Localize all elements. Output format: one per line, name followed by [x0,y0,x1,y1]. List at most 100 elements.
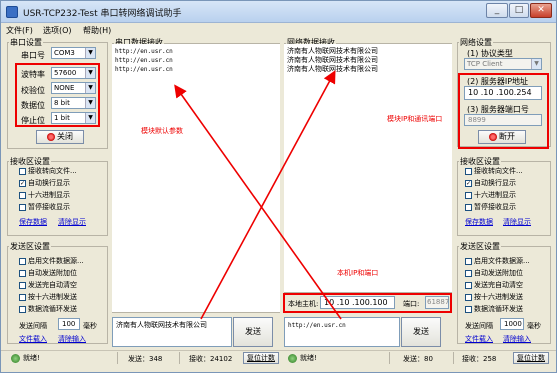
net-send-button[interactable]: 发送 [401,317,441,347]
maximize-button[interactable]: □ [509,3,529,18]
parity-select[interactable]: NONE ▼ [51,82,96,94]
status-separator [179,352,180,364]
left-send-count: 发送：348 [128,355,163,363]
status-separator [117,352,118,364]
chevron-down-icon: ▼ [531,59,541,69]
serial-file-source-checkbox[interactable]: 启用文件数据源... [19,256,84,266]
ready-icon [11,353,20,363]
main-window: USR-TCP232-Test 串口转网络调试助手 _ □ ✕ 文件(F) 选项… [0,0,557,373]
close-window-button[interactable]: ✕ [530,3,552,18]
serial-open-close-button[interactable]: 关闭 [36,130,84,144]
net-recv-line: 济南有人物联网技术有限公司 [287,47,378,55]
left-ready-status: 就绪! [11,353,40,363]
serial-send-textarea[interactable]: 济南有人物联网技术有限公司 [112,317,232,347]
app-icon [6,6,18,18]
net-load-file-link[interactable]: 文件载入 [465,334,493,344]
net-send-settings-title: 发送区设置 [459,241,501,252]
net-recv-to-file-checkbox[interactable]: 接收转向文件... [465,166,523,176]
net-pause-display-checkbox[interactable]: 暂停接收显示 [465,202,516,212]
local-host-input[interactable]: 10 .10 .100.100 [320,296,395,309]
local-port-input[interactable]: 61887 [425,296,449,309]
serial-clear-display-link[interactable]: 清除显示 [58,217,86,227]
chevron-down-icon: ▼ [85,113,95,123]
annotation-module-ip-port: 模块IP和通讯端口 [387,115,443,123]
stopbits-select[interactable]: 1 bit ▼ [51,112,96,124]
server-ip-input[interactable]: 10 .10 .100.254 [464,86,542,100]
menu-bar: 文件(F) 选项(O) 帮助(H) [1,24,556,36]
serial-hex-send-checkbox[interactable]: 按十六进制发送 [19,292,77,302]
serial-interval-input[interactable]: 100 [58,318,80,330]
net-send-textarea[interactable]: http://en.usr.cn [284,317,400,347]
databits-select[interactable]: 8 bit ▼ [51,97,96,109]
status-dot-icon [489,132,497,141]
serial-recv-to-file-checkbox[interactable]: 接收转向文件... [19,166,77,176]
menu-options[interactable]: 选项(O) [43,25,72,36]
serial-pause-display-checkbox[interactable]: 暂停接收显示 [19,202,70,212]
right-reset-count-button[interactable]: 复位计数 [513,352,549,364]
serial-loop-send-checkbox[interactable]: 数据流循环发送 [19,304,77,314]
serial-recv-textarea[interactable]: http://en.usr.cn http://en.usr.cn http:/… [112,44,280,312]
status-dot-icon [47,132,55,141]
annotation-local-ip-port: 本机IP和端口 [337,269,379,277]
serial-auto-clear-checkbox[interactable]: 发送完自动清空 [19,280,77,290]
net-recv-line: 济南有人物联网技术有限公司 [287,56,378,64]
chevron-down-icon: ▼ [85,98,95,108]
serial-recv-line: http://en.usr.cn [115,66,173,73]
serial-send-settings-title: 发送区设置 [9,241,51,252]
net-recv-textarea[interactable]: 济南有人物联网技术有限公司 济南有人物联网技术有限公司 济南有人物联网技术有限公… [284,44,452,292]
serial-clear-input-link[interactable]: 清除输入 [58,334,86,344]
annotation-module-defaults: 模块默认参数 [141,127,183,135]
baud-select[interactable]: 57600 ▼ [51,67,96,79]
right-ready-status: 就绪! [288,353,317,363]
net-clear-display-link[interactable]: 清除显示 [503,217,531,227]
local-host-label: 本地主机: [288,300,319,308]
left-recv-count: 接收：24102 [189,355,233,363]
right-recv-count: 接收：258 [462,355,497,363]
parity-label: 校验位 [21,86,45,95]
net-hex-display-checkbox[interactable]: 十六进制显示 [465,190,516,200]
databits-label: 数据位 [21,101,45,110]
serial-send-button[interactable]: 发送 [233,317,273,347]
net-loop-send-checkbox[interactable]: 数据流循环发送 [465,304,523,314]
right-send-count: 发送：80 [403,355,433,363]
net-interval-input[interactable]: 1000 [500,318,524,330]
left-reset-count-button[interactable]: 复位计数 [243,352,279,364]
serial-interval-unit: 毫秒 [83,322,97,330]
chevron-down-icon: ▼ [85,83,95,93]
net-save-data-link[interactable]: 保存数据 [465,217,493,227]
connect-disconnect-button[interactable]: 断开 [478,130,526,144]
menu-file[interactable]: 文件(F) [6,25,33,36]
menu-help[interactable]: 帮助(H) [83,25,111,36]
local-port-label: 端口: [403,300,420,308]
status-separator [453,352,454,364]
ready-icon [288,353,297,363]
stopbits-label: 停止位 [21,116,45,125]
baud-label: 波特率 [21,70,45,79]
serial-recv-line: http://en.usr.cn [115,57,173,64]
net-hex-send-checkbox[interactable]: 按十六进制发送 [465,292,523,302]
net-append-bits-checkbox[interactable]: 自动发送附加位 [465,268,523,278]
protocol-select[interactable]: TCP Client ▼ [464,58,542,70]
serial-load-file-link[interactable]: 文件载入 [19,334,47,344]
serial-append-bits-checkbox[interactable]: 自动发送附加位 [19,268,77,278]
net-auto-clear-checkbox[interactable]: 发送完自动清空 [465,280,523,290]
chevron-down-icon: ▼ [85,48,95,58]
net-interval-label: 发送间隔 [465,322,493,330]
status-separator [389,352,390,364]
net-clear-input-link[interactable]: 清除输入 [503,334,531,344]
serial-save-data-link[interactable]: 保存数据 [19,217,47,227]
title-bar: USR-TCP232-Test 串口转网络调试助手 _ □ ✕ [1,1,556,23]
net-interval-unit: 毫秒 [527,322,541,330]
serial-hex-display-checkbox[interactable]: 十六进制显示 [19,190,70,200]
net-file-source-checkbox[interactable]: 启用文件数据源... [465,256,530,266]
minimize-button[interactable]: _ [486,3,508,18]
net-auto-wrap-checkbox[interactable]: ✓ 自动换行显示 [465,178,516,188]
net-recv-line: 济南有人物联网技术有限公司 [287,65,378,73]
port-label: 串口号 [21,51,45,60]
port-select[interactable]: COM3 ▼ [51,47,96,59]
server-port-input[interactable]: 8899 [464,114,542,126]
net-settings-title: 网络设置 [459,37,493,48]
serial-auto-wrap-checkbox[interactable]: ✓ 自动换行显示 [19,178,70,188]
serial-recv-line: http://en.usr.cn [115,48,173,55]
serial-settings-title: 串口设置 [9,37,43,48]
